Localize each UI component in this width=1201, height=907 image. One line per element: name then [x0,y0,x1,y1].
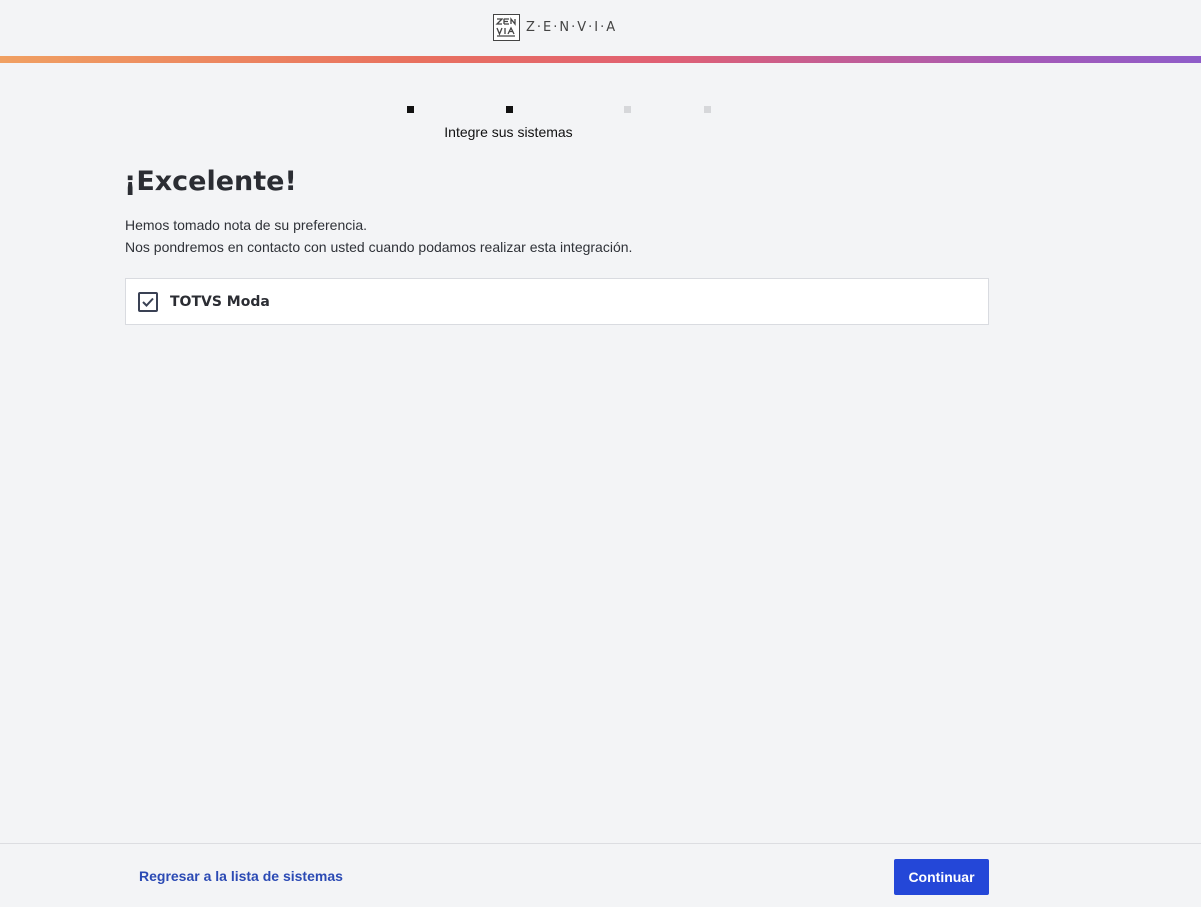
description-line-2: Nos pondremos en contacto con usted cuan… [125,239,633,255]
top-header: Z·E·N·V·I·A [0,0,1201,56]
system-name: TOTVS Moda [170,293,270,310]
progress-stepper [0,103,1201,115]
back-to-systems-link[interactable]: Regresar a la lista de sistemas [139,868,343,884]
current-step-label: Integre sus sistemas [444,124,573,140]
description-line-1: Hemos tomado nota de su preferencia. [125,217,368,233]
description: Hemos tomado nota de su preferencia. Nos… [125,214,632,258]
check-icon [142,297,154,307]
step-dot-2 [506,106,513,113]
system-checkbox[interactable] [138,291,158,312]
zenvia-logo[interactable]: Z·E·N·V·I·A [493,13,617,41]
footer-bar: Regresar a la lista de sistemas Continua… [0,843,1201,907]
step-dot-4 [704,106,711,113]
zenvia-logo-icon [493,13,520,41]
brand-gradient-bar [0,56,1201,63]
page-title: ¡Excelente! [124,166,297,197]
system-option-totvs-moda[interactable]: TOTVS Moda [125,278,989,325]
step-dot-1 [407,106,414,113]
step-dot-3 [624,106,631,113]
logo-text: Z·E·N·V·I·A [526,19,618,35]
continue-button[interactable]: Continuar [894,859,989,895]
